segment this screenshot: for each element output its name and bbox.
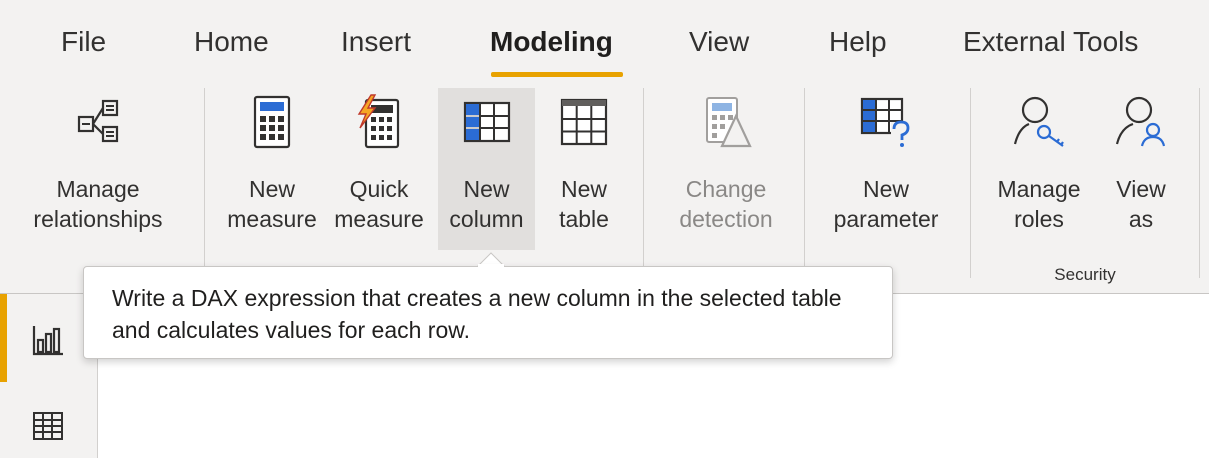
calculator-icon: [253, 95, 291, 149]
new-measure-label-2: measure: [227, 206, 317, 232]
tooltip-text: Write a DAX expression that creates a ne…: [112, 285, 842, 343]
group-label-security: Security: [1054, 265, 1116, 284]
new-measure-button[interactable]: New measure: [222, 88, 322, 250]
change-detection-label-1: Change: [685, 176, 767, 202]
active-tab-indicator: [491, 72, 623, 77]
change-detection-button[interactable]: Change detection: [662, 88, 790, 250]
new-parameter-label-2: parameter: [833, 206, 939, 232]
new-parameter-button[interactable]: New parameter: [820, 88, 952, 250]
manage-relationships-label-1: Manage: [56, 176, 140, 202]
manage-roles-icon: [1013, 96, 1064, 147]
view-as-icon: [1115, 96, 1166, 147]
report-view-icon[interactable]: [28, 320, 68, 360]
manage-roles-label-2: roles: [1014, 206, 1064, 232]
ribbon: Manage relationships New measure Quick m…: [0, 88, 1209, 294]
tab-modeling[interactable]: Modeling: [490, 26, 613, 66]
view-as-label-1: View: [1116, 176, 1166, 202]
group-divider: [1199, 88, 1200, 278]
new-column-button[interactable]: New column: [438, 88, 535, 250]
new-column-label-1: New: [463, 176, 510, 202]
new-column-label-2: column: [449, 206, 524, 232]
group-divider: [204, 88, 205, 278]
change-detection-icon: [706, 97, 752, 148]
tab-file[interactable]: File: [61, 26, 106, 66]
ribbon-tab-bar: File Home Insert Modeling View Help Exte…: [0, 0, 1209, 88]
manage-roles-label-1: Manage: [997, 176, 1081, 202]
new-column-tooltip: Write a DAX expression that creates a ne…: [83, 266, 893, 359]
tab-insert[interactable]: Insert: [341, 26, 411, 66]
group-divider: [970, 88, 971, 278]
manage-roles-button[interactable]: Manage roles: [988, 88, 1090, 250]
new-measure-label-1: New: [248, 176, 295, 202]
view-as-label-2: as: [1128, 206, 1154, 232]
quick-measure-label-2: measure: [334, 206, 424, 232]
relationships-icon: [77, 99, 119, 143]
new-column-icon: [463, 101, 510, 143]
manage-relationships-button[interactable]: Manage relationships: [0, 88, 196, 250]
group-divider: [643, 88, 644, 278]
quick-measure-button[interactable]: Quick measure: [322, 88, 436, 250]
tab-view[interactable]: View: [689, 26, 749, 66]
tab-home[interactable]: Home: [194, 26, 269, 66]
tab-help[interactable]: Help: [829, 26, 887, 66]
new-parameter-label-1: New: [862, 176, 909, 202]
view-as-button[interactable]: View as: [1093, 88, 1189, 250]
table-icon: [560, 98, 608, 146]
active-view-indicator: [0, 294, 7, 382]
new-table-label-2: table: [559, 206, 609, 232]
tab-external-tools[interactable]: External Tools: [963, 26, 1138, 66]
what-if-parameter-icon: [860, 97, 911, 148]
group-divider: [804, 88, 805, 278]
new-table-label-1: New: [560, 176, 607, 202]
new-table-button[interactable]: New table: [536, 88, 632, 250]
quick-calculator-icon: [357, 94, 400, 149]
quick-measure-label-1: Quick: [349, 176, 409, 202]
tooltip-pointer-join: [478, 264, 504, 268]
data-view-icon[interactable]: [28, 406, 68, 446]
manage-relationships-label-2: relationships: [33, 206, 163, 232]
change-detection-label-2: detection: [679, 206, 773, 232]
